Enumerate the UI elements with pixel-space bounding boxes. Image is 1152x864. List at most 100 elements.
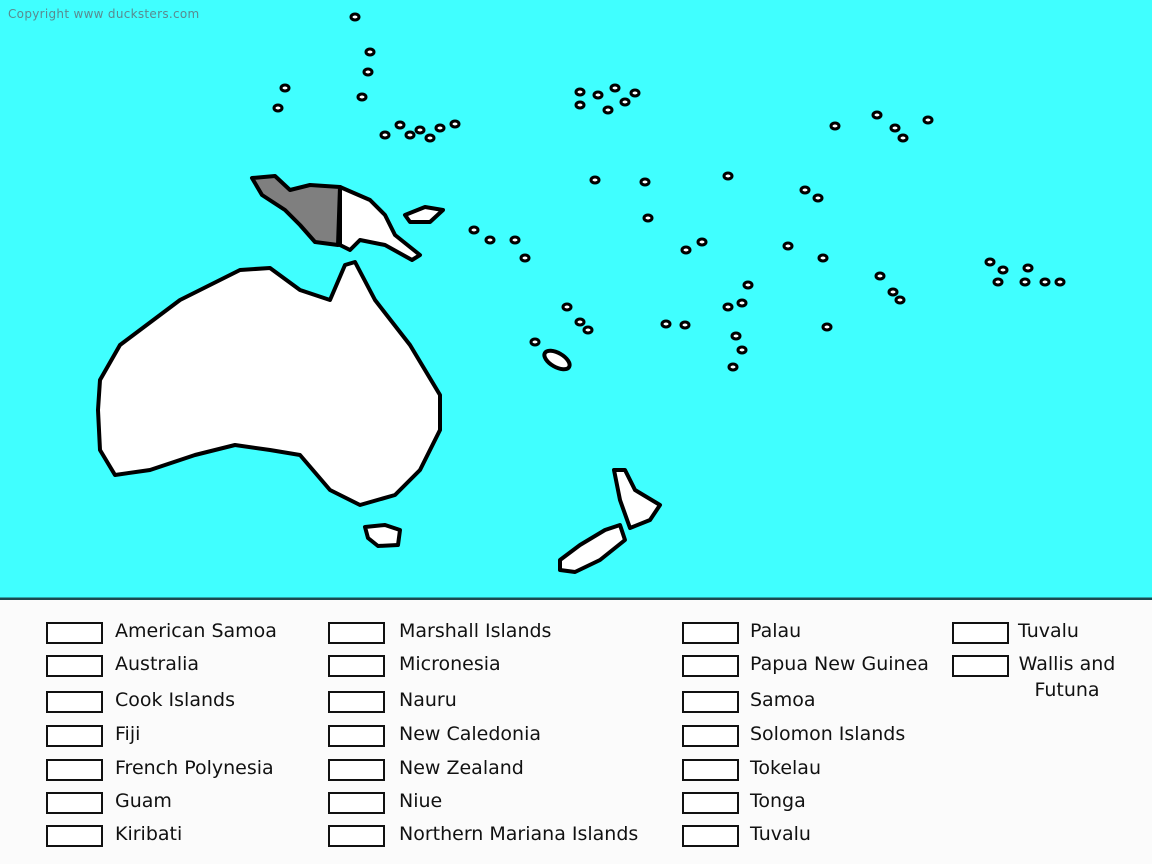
legend-item — [952, 653, 1009, 677]
answer-box[interactable] — [46, 691, 103, 713]
answer-box[interactable] — [952, 622, 1009, 644]
island[interactable] — [394, 120, 406, 130]
island[interactable] — [984, 257, 996, 267]
island[interactable] — [922, 115, 934, 125]
island[interactable] — [642, 213, 654, 223]
island[interactable] — [609, 83, 621, 93]
island[interactable] — [404, 130, 416, 140]
answer-box[interactable] — [328, 759, 385, 781]
island[interactable] — [722, 171, 734, 181]
island[interactable] — [679, 320, 691, 330]
answer-box[interactable] — [682, 825, 739, 847]
answer-box[interactable] — [682, 759, 739, 781]
island[interactable] — [821, 322, 833, 332]
island[interactable] — [529, 337, 541, 347]
island[interactable] — [680, 245, 692, 255]
answer-box[interactable] — [46, 655, 103, 677]
answer-box[interactable] — [328, 725, 385, 747]
answer-box[interactable] — [682, 655, 739, 677]
island[interactable] — [356, 92, 368, 102]
island[interactable] — [424, 133, 436, 143]
island[interactable] — [727, 362, 739, 372]
island[interactable] — [349, 12, 361, 22]
island[interactable] — [812, 193, 824, 203]
island[interactable] — [592, 90, 604, 100]
legend-label: Tokelau — [750, 757, 821, 779]
island[interactable] — [619, 97, 631, 107]
legend-label: Wallis and Futuna — [1018, 653, 1116, 701]
answer-box[interactable] — [328, 825, 385, 847]
legend-label: Kiribati — [115, 823, 183, 845]
island[interactable] — [871, 110, 883, 120]
island[interactable] — [434, 123, 446, 133]
island[interactable] — [736, 345, 748, 355]
legend-item — [682, 653, 739, 677]
answer-box[interactable] — [952, 655, 1009, 677]
island[interactable] — [829, 121, 841, 131]
answer-box[interactable] — [46, 725, 103, 747]
island[interactable] — [589, 175, 601, 185]
island[interactable] — [897, 133, 909, 143]
island[interactable] — [696, 237, 708, 247]
legend-label: Cook Islands — [115, 689, 235, 711]
island[interactable] — [574, 100, 586, 110]
island[interactable] — [639, 177, 651, 187]
island[interactable] — [484, 235, 496, 245]
island[interactable] — [582, 325, 594, 335]
island[interactable] — [574, 317, 586, 327]
legend-item — [682, 790, 739, 814]
island[interactable] — [992, 277, 1004, 287]
island[interactable] — [660, 319, 672, 329]
answer-box[interactable] — [682, 725, 739, 747]
island[interactable] — [742, 280, 754, 290]
answer-box[interactable] — [328, 655, 385, 677]
island[interactable] — [509, 235, 521, 245]
island[interactable] — [730, 331, 742, 341]
answer-box[interactable] — [682, 792, 739, 814]
legend-item — [46, 790, 103, 814]
answer-box[interactable] — [682, 691, 739, 713]
island[interactable] — [1019, 277, 1031, 287]
island[interactable] — [602, 105, 614, 115]
island[interactable] — [1022, 263, 1034, 273]
island[interactable] — [889, 123, 901, 133]
island[interactable] — [1054, 277, 1066, 287]
island[interactable] — [782, 241, 794, 251]
island[interactable] — [414, 125, 426, 135]
island[interactable] — [449, 119, 461, 129]
answer-box[interactable] — [46, 825, 103, 847]
answer-box[interactable] — [46, 622, 103, 644]
answer-box[interactable] — [328, 792, 385, 814]
island[interactable] — [722, 302, 734, 312]
answer-box[interactable] — [328, 691, 385, 713]
island[interactable] — [874, 271, 886, 281]
island[interactable] — [574, 87, 586, 97]
island[interactable] — [364, 47, 376, 57]
legend-item — [682, 723, 739, 747]
island[interactable] — [279, 83, 291, 93]
island[interactable] — [272, 103, 284, 113]
answer-box[interactable] — [46, 792, 103, 814]
island[interactable] — [362, 67, 374, 77]
island[interactable] — [468, 225, 480, 235]
answer-box[interactable] — [328, 622, 385, 644]
answer-box[interactable] — [682, 622, 739, 644]
island[interactable] — [894, 295, 906, 305]
island[interactable] — [379, 130, 391, 140]
legend-item — [328, 653, 385, 677]
answer-box[interactable] — [46, 759, 103, 781]
island[interactable] — [736, 298, 748, 308]
legend-label: Papua New Guinea — [750, 653, 929, 675]
island[interactable] — [817, 253, 829, 263]
island[interactable] — [887, 287, 899, 297]
island[interactable] — [561, 302, 573, 312]
legend-item — [46, 823, 103, 847]
island[interactable] — [997, 265, 1009, 275]
legend-label: Samoa — [750, 689, 816, 711]
island[interactable] — [799, 185, 811, 195]
legend-label: Tuvalu — [750, 823, 811, 845]
island[interactable] — [1039, 277, 1051, 287]
legend-item — [328, 823, 385, 847]
island[interactable] — [519, 253, 531, 263]
island[interactable] — [629, 88, 641, 98]
